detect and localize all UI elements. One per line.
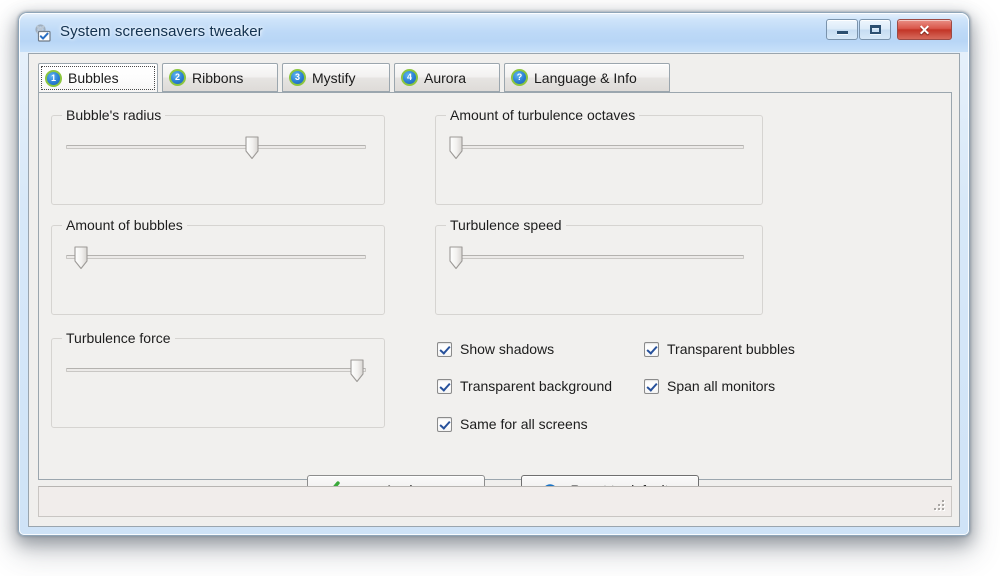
tab-badge-4-icon: 4 (401, 69, 418, 86)
tab-mystify[interactable]: 3 Mystify (282, 63, 390, 92)
amount-of-bubbles-slider[interactable] (66, 242, 366, 272)
group-turbulence-speed: Turbulence speed (435, 217, 763, 315)
checkbox-box[interactable] (437, 341, 452, 357)
group-turbulence-force: Turbulence force (51, 330, 385, 428)
window-title: System screensavers tweaker (60, 23, 263, 40)
slider-thumb[interactable] (245, 136, 259, 160)
bubble-radius-slider[interactable] (66, 132, 366, 162)
group-turbulence-force-label: Turbulence force (62, 330, 175, 346)
checkbox-box[interactable] (437, 378, 452, 394)
group-turbulence-octaves-label: Amount of turbulence octaves (446, 107, 640, 123)
tab-mystify-label: Mystify (312, 69, 356, 86)
group-turbulence-speed-label: Turbulence speed (446, 217, 566, 233)
tab-badge-help-icon: ? (511, 69, 528, 86)
group-bubble-radius-label: Bubble's radius (62, 107, 166, 123)
slider-track (66, 368, 366, 372)
transparent-background-label: Transparent background (460, 378, 613, 394)
slider-thumb[interactable] (74, 246, 88, 270)
screensaver-settings-icon (33, 23, 53, 43)
same-for-all-screens-label: Same for all screens (460, 416, 588, 432)
transparent-bubbles-label: Transparent bubbles (667, 341, 795, 357)
desktop-background: System screensavers tweaker ✕ 1 Bubbles (0, 0, 1000, 576)
transparent-bubbles-checkbox[interactable]: Transparent bubbles (644, 341, 795, 357)
tab-page-bubbles: Bubble's radius Amount of turbulence oct… (38, 92, 952, 480)
same-for-all-screens-checkbox[interactable]: Same for all screens (437, 416, 588, 432)
close-icon: ✕ (898, 20, 951, 39)
status-bar (38, 486, 952, 517)
client-area: 1 Bubbles 2 Ribbons 3 Mystify 4 Aurora ?… (28, 53, 960, 527)
show-shadows-checkbox[interactable]: Show shadows (437, 341, 554, 357)
tab-aurora[interactable]: 4 Aurora (394, 63, 500, 92)
checkbox-box[interactable] (437, 416, 452, 432)
turbulence-force-slider[interactable] (66, 355, 366, 385)
tab-badge-1-icon: 1 (45, 69, 62, 87)
close-button[interactable]: ✕ (897, 19, 952, 40)
slider-track (66, 145, 366, 149)
tab-bubbles[interactable]: 1 Bubbles (38, 63, 158, 93)
span-all-monitors-label: Span all monitors (667, 378, 776, 394)
tab-badge-3-icon: 3 (289, 69, 306, 86)
group-turbulence-octaves: Amount of turbulence octaves (435, 107, 763, 205)
title-bar[interactable]: System screensavers tweaker ✕ (20, 14, 968, 52)
maximize-button[interactable] (859, 19, 891, 40)
maximize-icon (860, 20, 890, 39)
group-amount-of-bubbles-label: Amount of bubbles (62, 217, 187, 233)
tab-strip: 1 Bubbles 2 Ribbons 3 Mystify 4 Aurora ?… (38, 63, 952, 93)
slider-track (450, 145, 744, 149)
tab-bubbles-label: Bubbles (68, 70, 119, 86)
checkbox-box[interactable] (644, 341, 659, 357)
checkbox-box[interactable] (644, 378, 659, 394)
group-amount-of-bubbles: Amount of bubbles (51, 217, 385, 315)
transparent-background-checkbox[interactable]: Transparent background (437, 378, 612, 394)
slider-thumb[interactable] (449, 246, 463, 270)
resize-grip[interactable] (934, 500, 947, 513)
turbulence-speed-slider[interactable] (449, 242, 744, 272)
tab-language-and-info[interactable]: ? Language & Info (504, 63, 670, 92)
tab-badge-2-icon: 2 (169, 69, 186, 86)
close-glyph: ✕ (918, 21, 931, 38)
tab-ribbons[interactable]: 2 Ribbons (162, 63, 278, 92)
slider-thumb[interactable] (449, 136, 463, 160)
application-window: System screensavers tweaker ✕ 1 Bubbles (18, 12, 970, 536)
slider-track (66, 255, 366, 259)
slider-thumb[interactable] (350, 359, 364, 383)
slider-track (450, 255, 744, 259)
span-all-monitors-checkbox[interactable]: Span all monitors (644, 378, 775, 394)
group-bubble-radius: Bubble's radius (51, 107, 385, 205)
turbulence-octaves-slider[interactable] (449, 132, 744, 162)
tab-language-and-info-label: Language & Info (534, 69, 637, 86)
minimize-icon (827, 20, 857, 39)
show-shadows-label: Show shadows (460, 341, 555, 357)
tab-aurora-label: Aurora (424, 69, 467, 86)
tab-ribbons-label: Ribbons (192, 69, 244, 86)
minimize-button[interactable] (826, 19, 858, 40)
